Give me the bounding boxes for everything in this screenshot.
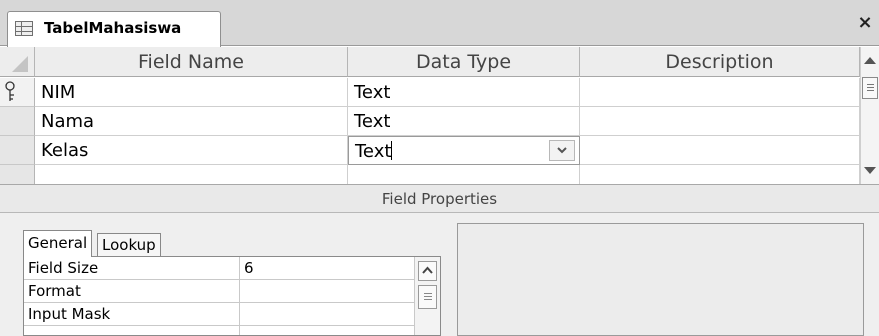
property-value[interactable] (240, 280, 414, 303)
data-type-cell[interactable]: Text (348, 78, 580, 107)
document-tab-label: TabelMahasiswa (44, 19, 182, 37)
data-type-value: Text (355, 141, 392, 162)
property-row: Field Size 6 (24, 257, 414, 280)
general-properties-table: Field Size 6 Format Input Mask (23, 256, 441, 336)
column-header-description[interactable]: Description (580, 47, 860, 77)
scroll-up-button[interactable] (418, 261, 437, 281)
tab-lookup[interactable]: Lookup (97, 233, 161, 256)
property-name: Format (24, 280, 240, 303)
field-name-cell[interactable]: NIM (35, 78, 348, 107)
field-properties-pane: General Lookup Field Size 6 Format Input… (0, 213, 879, 336)
field-name-cell[interactable] (35, 165, 348, 184)
data-type-cell[interactable] (348, 165, 580, 184)
row-selector[interactable] (0, 107, 35, 136)
column-header-data-type[interactable]: Data Type (348, 47, 580, 77)
property-value[interactable] (240, 326, 414, 335)
grid-vertical-scrollbar[interactable] (860, 47, 879, 184)
row-selector[interactable] (0, 136, 35, 165)
property-row: Format (24, 280, 414, 303)
close-icon: × (857, 12, 873, 33)
document-tab[interactable]: TabelMahasiswa (7, 11, 221, 47)
data-type-combobox[interactable]: Text (348, 136, 580, 165)
tab-general[interactable]: General (23, 230, 93, 257)
property-row: Input Mask (24, 303, 414, 326)
field-name-cell[interactable]: Kelas (35, 136, 348, 165)
close-button[interactable]: × (854, 10, 876, 36)
row-selector[interactable] (0, 78, 35, 107)
data-type-cell[interactable]: Text (348, 107, 580, 136)
property-help-box (457, 223, 864, 336)
property-name: Input Mask (24, 303, 240, 326)
scroll-thumb[interactable] (418, 285, 437, 309)
description-cell[interactable] (580, 165, 860, 184)
property-name: Field Size (24, 257, 240, 280)
chevron-down-icon (557, 147, 567, 154)
table-icon (15, 21, 33, 36)
property-value[interactable]: 6 (240, 257, 414, 280)
property-row (24, 326, 414, 335)
field-name-cell[interactable]: Nama (35, 107, 348, 136)
description-cell[interactable] (580, 107, 860, 136)
description-cell[interactable] (580, 78, 860, 107)
select-all-corner[interactable] (0, 47, 35, 77)
chevron-up-icon (422, 266, 433, 274)
property-name (24, 326, 240, 335)
scroll-thumb[interactable] (862, 77, 878, 99)
scroll-down-icon[interactable] (864, 167, 876, 174)
properties-vertical-scrollbar[interactable] (414, 257, 440, 335)
row-selector[interactable] (0, 165, 35, 184)
corner-triangle-icon (12, 56, 28, 72)
text-cursor (391, 141, 393, 160)
combobox-dropdown-button[interactable] (549, 140, 575, 161)
scroll-up-icon[interactable] (864, 57, 876, 64)
table-design-grid: Field Name Data Type Description NIM Tex… (0, 47, 879, 184)
document-tab-strip: TabelMahasiswa × (0, 0, 879, 47)
column-header-field-name[interactable]: Field Name (35, 47, 348, 77)
primary-key-icon (5, 81, 15, 101)
field-properties-header: Field Properties (0, 184, 879, 213)
property-value[interactable] (240, 303, 414, 326)
description-cell[interactable] (580, 136, 860, 165)
